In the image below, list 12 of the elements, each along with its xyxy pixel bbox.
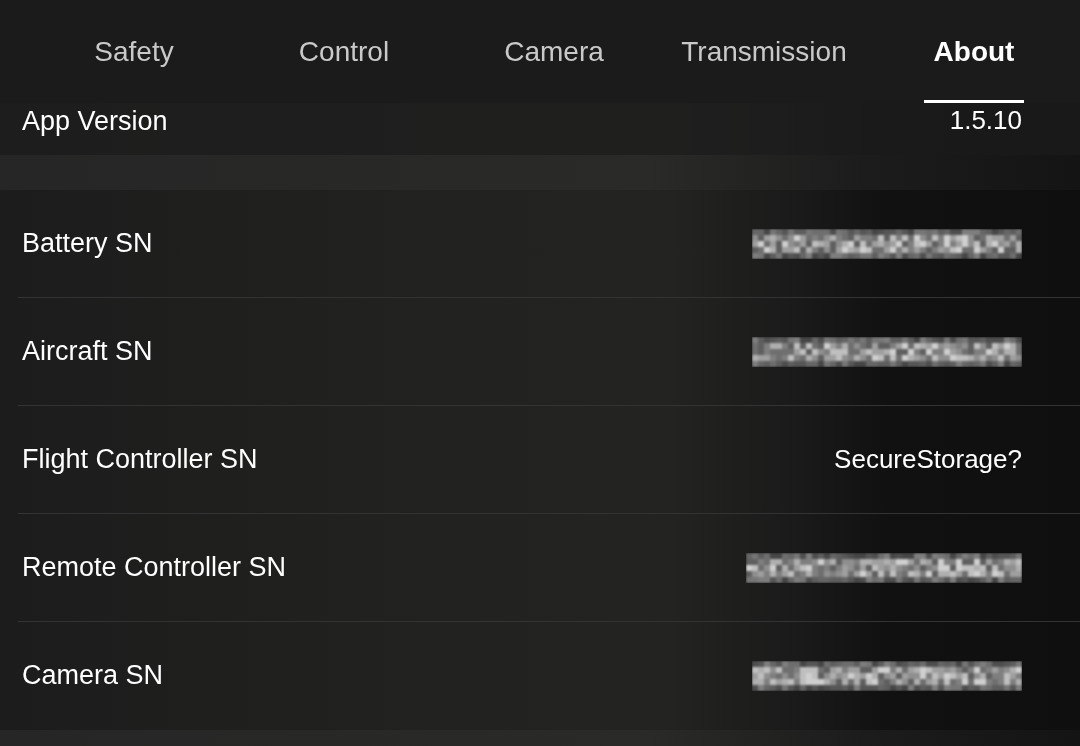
tab[interactable]: Control xyxy=(288,0,400,103)
serial-value: SecureStorage? xyxy=(834,444,1022,475)
tab[interactable]: Transmission xyxy=(671,0,857,103)
row-label: Aircraft SN xyxy=(22,335,153,367)
row-label: Battery SN xyxy=(22,227,153,259)
row-label: Camera SN xyxy=(22,660,164,692)
version-value: 1.5.10 xyxy=(949,106,1022,136)
row-label: App Version xyxy=(22,106,168,138)
row-label: Remote Controller SN xyxy=(22,551,287,583)
tab[interactable]: Safety xyxy=(84,0,184,103)
tab[interactable]: Camera xyxy=(494,0,614,103)
row-label: Flight Controller SN xyxy=(22,443,258,475)
